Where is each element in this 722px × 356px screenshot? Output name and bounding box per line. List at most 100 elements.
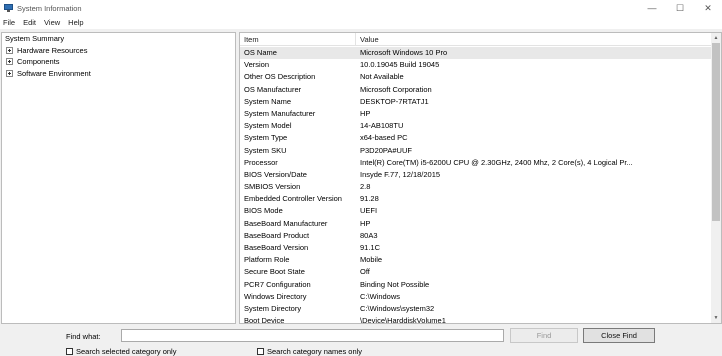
find-bar: Find what: Find Close Find Search select…	[0, 324, 722, 356]
menu-bar: File Edit View Help	[0, 16, 722, 29]
menu-help[interactable]: Help	[64, 18, 87, 27]
chevron-down-icon[interactable]: ▼	[711, 313, 721, 323]
plus-expander-icon[interactable]	[6, 70, 13, 78]
table-row[interactable]: BaseBoard Manufacturer HP	[240, 218, 712, 230]
plus-expander-icon[interactable]	[6, 46, 13, 54]
close-button[interactable]: ✕	[694, 0, 722, 16]
row-value-cell: Not Available	[360, 72, 404, 82]
row-value-cell: Mobile	[360, 255, 383, 265]
find-what-input[interactable]	[121, 329, 504, 342]
table-row[interactable]: Processor Intel(R) Core(TM) i5-6200U CPU …	[240, 157, 712, 169]
table-row[interactable]: System Model 14-AB108TU	[240, 120, 712, 132]
scrollbar-thumb[interactable]	[712, 43, 720, 221]
row-item-cell: BaseBoard Product	[244, 230, 310, 240]
close-find-button[interactable]: Close Find	[583, 328, 655, 343]
row-value-cell: HP	[360, 218, 371, 228]
search-selected-category-checkbox[interactable]: Search selected category only	[66, 347, 176, 356]
system-information-icon	[4, 4, 13, 12]
row-item-cell: BIOS Mode	[244, 206, 283, 216]
row-value-cell: 91.28	[360, 194, 379, 204]
row-value-cell: HP	[360, 108, 371, 118]
table-row[interactable]: OS Name Microsoft Windows 10 Pro	[240, 47, 712, 60]
window-controls: — ☐ ✕	[638, 0, 722, 16]
row-value-cell: 91.1C	[360, 243, 381, 252]
row-value-cell: Off	[360, 267, 370, 277]
row-item-cell: OS Name	[244, 48, 277, 57]
table-row[interactable]: Version 10.0.19045 Build 19045	[240, 59, 712, 71]
row-item-cell: Version	[244, 60, 270, 70]
table-row[interactable]: BIOS Mode UEFI	[240, 205, 712, 217]
list-header: Item Value	[240, 33, 721, 46]
table-row[interactable]: System Manufacturer HP	[240, 108, 712, 120]
row-value-cell: \Device\HarddiskVolume1	[360, 316, 446, 324]
tree-item-system-summary[interactable]: System Summary	[2, 33, 235, 45]
row-item-cell: SMBIOS Version	[244, 182, 301, 192]
row-item-cell: System Directory	[244, 303, 302, 313]
tree-item-components[interactable]: Components	[2, 56, 235, 68]
table-row[interactable]: Secure Boot State Off	[240, 266, 712, 278]
row-item-cell: System Model	[244, 121, 292, 131]
row-item-cell: Windows Directory	[244, 291, 307, 301]
table-row[interactable]: BaseBoard Version 91.1C	[240, 242, 712, 254]
list-rows: OS Name Microsoft Windows 10 Pro Version 10…	[240, 47, 712, 324]
details-list: Item Value OS Name Microsoft Windows 10 P…	[239, 32, 722, 324]
table-row[interactable]: Platform Role Mobile	[240, 254, 712, 266]
vertical-scrollbar[interactable]: ▲ ▼	[711, 33, 721, 323]
row-value-cell: C:\Windows	[360, 291, 401, 301]
table-row[interactable]: OS Manufacturer Microsoft Corporation	[240, 84, 712, 96]
tree-item-label: Hardware Resources	[17, 45, 88, 55]
row-value-cell: DESKTOP-7RTATJ1	[360, 96, 429, 106]
table-row[interactable]: Embedded Controller Version 91.28	[240, 193, 712, 205]
checkbox-label: Search selected category only	[76, 347, 177, 356]
row-item-cell: BaseBoard Manufacturer	[244, 218, 328, 228]
row-item-cell: BIOS Version/Date	[244, 169, 307, 179]
menu-edit[interactable]: Edit	[19, 18, 40, 27]
plus-expander-icon[interactable]	[6, 58, 13, 66]
row-item-cell: Embedded Controller Version	[244, 194, 342, 204]
tree-item-hardware-resources[interactable]: Hardware Resources	[2, 45, 235, 57]
row-value-cell: 2.8	[360, 182, 371, 192]
menu-file[interactable]: File	[0, 18, 19, 27]
table-row[interactable]: PCR7 Configuration Binding Not Possible	[240, 279, 712, 291]
table-row[interactable]: Other OS Description Not Available	[240, 71, 712, 83]
row-item-cell: System Name	[244, 96, 292, 106]
search-category-names-checkbox[interactable]: Search category names only	[257, 347, 362, 356]
checkbox-box[interactable]	[66, 348, 73, 355]
row-item-cell: Platform Role	[244, 255, 290, 265]
minimize-button[interactable]: —	[638, 0, 666, 16]
row-value-cell: x64-based PC	[360, 133, 408, 143]
row-item-cell: Secure Boot State	[244, 267, 305, 277]
tree-item-label: System Summary	[5, 34, 65, 43]
row-value-cell: Intel(R) Core(TM) i5-6200U CPU @ 2.30GHz…	[360, 157, 633, 167]
row-value-cell: C:\Windows\system32	[360, 303, 435, 313]
table-row[interactable]: Windows Directory C:\Windows	[240, 291, 712, 303]
table-row[interactable]: System Name DESKTOP-7RTATJ1	[240, 96, 712, 108]
row-value-cell: 80A3	[360, 230, 378, 240]
table-row[interactable]: Boot Device \Device\HarddiskVolume1	[240, 315, 712, 324]
row-value-cell: Insyde F.77, 12/18/2015	[360, 169, 441, 179]
menu-view[interactable]: View	[40, 18, 64, 27]
row-item-cell: System Manufacturer	[244, 108, 316, 118]
row-item-cell: Other OS Description	[244, 72, 316, 82]
table-row[interactable]: BIOS Version/Date Insyde F.77, 12/18/2015	[240, 169, 712, 181]
maximize-button[interactable]: ☐	[666, 0, 694, 16]
window-title: System Information	[17, 3, 82, 13]
column-header-item[interactable]: Item	[240, 33, 356, 45]
table-row[interactable]: SMBIOS Version 2.8	[240, 181, 712, 193]
table-row[interactable]: System Type x64-based PC	[240, 132, 712, 144]
row-value-cell: Binding Not Possible	[360, 279, 430, 289]
column-header-value[interactable]: Value	[356, 33, 706, 45]
row-value-cell: 14-AB108TU	[360, 121, 404, 131]
row-item-cell: PCR7 Configuration	[244, 279, 311, 289]
row-item-cell: BaseBoard Version	[244, 243, 309, 252]
checkbox-box[interactable]	[257, 348, 264, 355]
table-row[interactable]: System Directory C:\Windows\system32	[240, 303, 712, 315]
row-item-cell: Processor	[244, 157, 278, 167]
title-bar: System Information — ☐ ✕	[0, 0, 722, 16]
table-row[interactable]: BaseBoard Product 80A3	[240, 230, 712, 242]
find-button[interactable]: Find	[510, 328, 578, 343]
row-item-cell: Boot Device	[244, 316, 285, 324]
tree-item-software-environment[interactable]: Software Environment	[2, 68, 235, 80]
chevron-up-icon[interactable]: ▲	[711, 33, 721, 43]
table-row[interactable]: System SKU P3D20PA#UUF	[240, 145, 712, 157]
